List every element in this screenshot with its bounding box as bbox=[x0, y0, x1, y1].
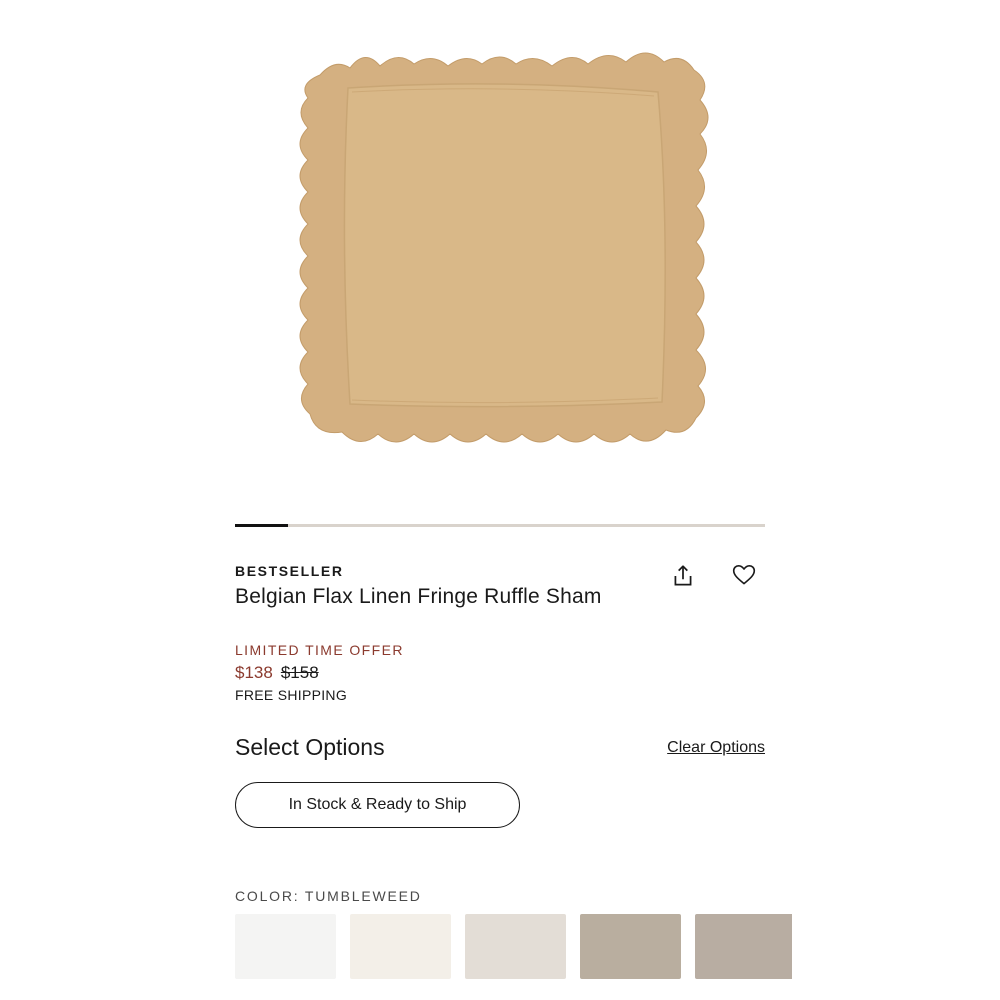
color-swatch[interactable] bbox=[350, 914, 451, 979]
product-image[interactable] bbox=[280, 30, 730, 470]
select-options-heading: Select Options bbox=[235, 734, 385, 760]
sale-price: $138 bbox=[235, 663, 273, 682]
product-page: BESTSELLER Belgian Flax Linen Fringe Ruf… bbox=[0, 0, 1000, 1000]
image-carousel-progress[interactable] bbox=[235, 523, 765, 527]
original-price: $158 bbox=[280, 663, 319, 682]
color-label: COLOR: TUMBLEWEED bbox=[235, 888, 422, 904]
color-swatch[interactable] bbox=[235, 914, 336, 979]
clear-options-link[interactable]: Clear Options bbox=[667, 739, 765, 757]
color-swatch-list bbox=[235, 914, 792, 980]
limited-time-offer-label: LIMITED TIME OFFER bbox=[235, 642, 404, 658]
color-swatch[interactable] bbox=[465, 914, 566, 979]
pillow-body bbox=[343, 83, 666, 408]
free-shipping-label: FREE SHIPPING bbox=[235, 687, 348, 703]
ruffle-sham-illustration bbox=[299, 52, 709, 443]
heart-icon bbox=[732, 564, 756, 585]
bestseller-badge: BESTSELLER bbox=[235, 563, 344, 579]
product-title: Belgian Flax Linen Fringe Ruffle Sham bbox=[235, 585, 602, 608]
share-button[interactable] bbox=[668, 561, 698, 591]
carousel-progress-indicator bbox=[235, 523, 288, 527]
color-swatch[interactable] bbox=[695, 914, 792, 979]
color-swatch[interactable] bbox=[580, 914, 681, 979]
share-icon bbox=[674, 565, 692, 586]
in-stock-filter-button[interactable]: In Stock & Ready to Ship bbox=[235, 782, 520, 828]
price-row: $138 $158 bbox=[235, 663, 319, 683]
favorite-button[interactable] bbox=[729, 560, 759, 590]
